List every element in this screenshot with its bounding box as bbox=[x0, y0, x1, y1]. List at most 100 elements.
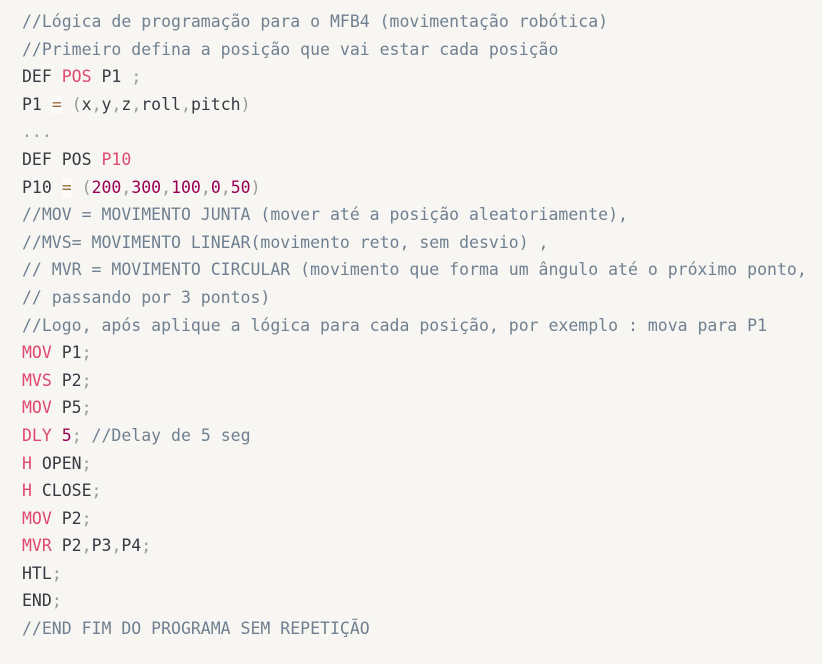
token-comment: //Lógica de programação para o MFB4 (mov… bbox=[22, 12, 609, 31]
code-line: P1 = (x,y,z,roll,pitch) bbox=[22, 91, 807, 119]
token-plain: P5 bbox=[51, 398, 82, 418]
token-number: 0 bbox=[210, 177, 221, 197]
token-punct: , bbox=[121, 177, 132, 197]
token-punct: ; bbox=[51, 591, 62, 611]
token-punct: ; bbox=[141, 536, 152, 556]
token-plain: y bbox=[101, 94, 112, 114]
token-plain: P3 bbox=[91, 536, 112, 556]
token-plain: z bbox=[121, 94, 132, 114]
code-line: H OPEN; bbox=[22, 450, 807, 478]
token-plain: pitch bbox=[190, 94, 241, 114]
token-plain: P1 bbox=[91, 67, 132, 87]
code-line: MVR P2,P3,P4; bbox=[22, 532, 807, 560]
code-line: // MVR = MOVIMENTO CIRCULAR (movimento q… bbox=[22, 256, 807, 284]
token-punct: ; bbox=[91, 481, 102, 501]
code-line: //END FIM DO PROGRAMA SEM REPETIÇÃO bbox=[22, 615, 807, 643]
token-punct: ; bbox=[81, 453, 92, 473]
code-line: H CLOSE; bbox=[22, 477, 807, 505]
token-comment: // passando por 3 pontos) bbox=[22, 287, 271, 307]
token-punct: , bbox=[200, 177, 211, 197]
code-line: HTL; bbox=[22, 560, 807, 588]
token-punct: ... bbox=[22, 122, 52, 142]
token-keyword: MOV bbox=[22, 398, 52, 418]
token-plain: P1 bbox=[22, 94, 52, 114]
code-block: //Lógica de programação para o MFB4 (mov… bbox=[22, 8, 807, 643]
code-line: DLY 5; //Delay de 5 seg bbox=[22, 422, 807, 450]
token-keyword: P10 bbox=[101, 149, 132, 169]
token-keyword: H bbox=[22, 453, 32, 473]
token-plain: DEF bbox=[22, 67, 62, 87]
code-line: //MOV = MOVIMENTO JUNTA (mover até a pos… bbox=[22, 201, 807, 229]
token-keyword: DLY bbox=[22, 425, 52, 445]
token-plain: HTL bbox=[22, 563, 52, 583]
token-comment: //Delay de 5 seg bbox=[81, 425, 251, 445]
token-plain: OPEN bbox=[31, 453, 82, 473]
token-keyword: H bbox=[22, 481, 32, 501]
token-comment: //MOV = MOVIMENTO JUNTA (mover até a pos… bbox=[22, 205, 628, 225]
code-line: MVS P2; bbox=[22, 367, 807, 395]
code-line: //Primeiro defina a posição que vai esta… bbox=[22, 36, 807, 64]
token-keyword: MOV bbox=[22, 508, 52, 528]
code-line: END; bbox=[22, 587, 807, 615]
token-plain: END bbox=[22, 591, 52, 611]
token-punct: ; bbox=[71, 425, 82, 445]
token-punct: , bbox=[131, 94, 142, 114]
token-operator: = bbox=[61, 177, 72, 197]
token-plain: DEF POS bbox=[22, 149, 102, 169]
token-punct: ; bbox=[81, 398, 92, 418]
token-punct: ; bbox=[51, 563, 62, 583]
token-comment: //MVS= MOVIMENTO LINEAR(movimento reto, … bbox=[22, 232, 549, 252]
token-punct: , bbox=[111, 536, 122, 556]
code-line: //Logo, após aplique a lógica para cada … bbox=[22, 312, 807, 340]
token-keyword: MVR bbox=[22, 536, 52, 556]
token-comment: //Logo, após aplique a lógica para cada … bbox=[22, 315, 768, 335]
token-punct: ( bbox=[71, 94, 82, 114]
code-line: DEF POS P10 bbox=[22, 146, 807, 174]
token-plain: P2 bbox=[51, 508, 82, 528]
token-number: 100 bbox=[171, 177, 201, 197]
token-punct: , bbox=[111, 94, 122, 114]
token-punct: ; bbox=[81, 343, 92, 363]
token-punct: ) bbox=[250, 177, 261, 197]
code-line: ... bbox=[22, 118, 807, 146]
code-line: P10 = (200,300,100,0,50) bbox=[22, 174, 807, 202]
token-punct: ) bbox=[240, 94, 251, 114]
token-number: 300 bbox=[131, 177, 162, 197]
token-punct: , bbox=[181, 94, 191, 114]
token-number: 5 bbox=[61, 425, 72, 445]
token-punct: , bbox=[220, 177, 231, 197]
token-plain: CLOSE bbox=[31, 481, 92, 501]
code-line: // passando por 3 pontos) bbox=[22, 284, 807, 312]
code-line: MOV P2; bbox=[22, 505, 807, 533]
token-punct: ; bbox=[81, 370, 92, 390]
token-plain: P10 bbox=[22, 177, 62, 197]
token-punct: , bbox=[81, 536, 92, 556]
code-line: MOV P5; bbox=[22, 394, 807, 422]
token-punct: ; bbox=[131, 67, 142, 87]
token-number: 200 bbox=[91, 177, 122, 197]
token-comment: //Primeiro defina a posição que vai esta… bbox=[22, 39, 559, 59]
token-plain: x bbox=[81, 94, 92, 114]
token-punct: ; bbox=[81, 508, 92, 528]
code-line: DEF POS P1 ; bbox=[22, 63, 807, 91]
code-line: //Lógica de programação para o MFB4 (mov… bbox=[22, 8, 807, 36]
token-plain: P2 bbox=[51, 370, 82, 390]
token-keyword: POS bbox=[61, 67, 92, 87]
token-punct: ( bbox=[81, 177, 92, 197]
token-plain: P1 bbox=[51, 343, 82, 363]
token-comment: //END FIM DO PROGRAMA SEM REPETIÇÃO bbox=[22, 619, 370, 639]
token-operator: = bbox=[51, 94, 62, 114]
code-line: MOV P1; bbox=[22, 339, 807, 367]
token-comment: // MVR = MOVIMENTO CIRCULAR (movimento q… bbox=[22, 260, 807, 280]
token-punct: , bbox=[161, 177, 172, 197]
token-plain: P4 bbox=[121, 536, 142, 556]
token-punct: , bbox=[91, 94, 102, 114]
token-plain: P2 bbox=[51, 536, 82, 556]
token-keyword: MVS bbox=[22, 370, 52, 390]
code-line: //MVS= MOVIMENTO LINEAR(movimento reto, … bbox=[22, 229, 807, 257]
token-keyword: MOV bbox=[22, 343, 52, 363]
token-plain: roll bbox=[141, 94, 181, 114]
